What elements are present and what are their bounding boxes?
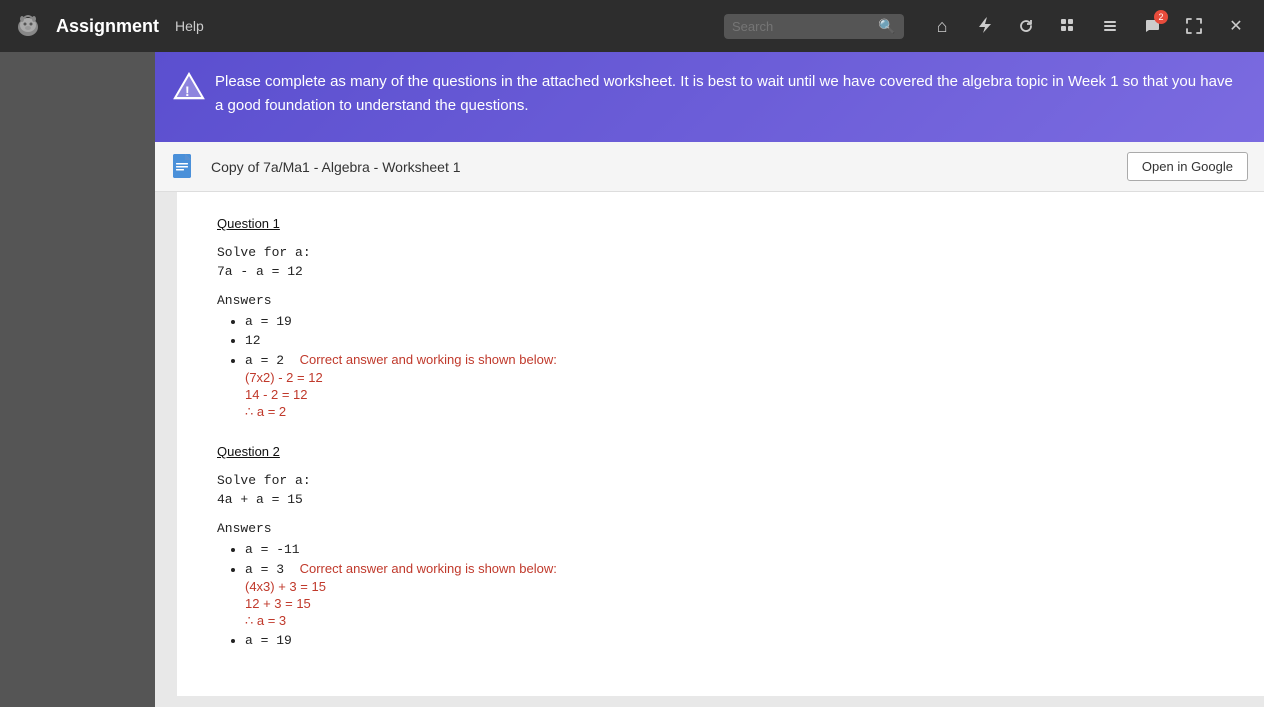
banner-icon: !: [171, 70, 207, 106]
q2-answer-3: a = 19: [245, 633, 1224, 648]
search-input[interactable]: [732, 19, 872, 34]
refresh-button[interactable]: [1008, 8, 1044, 44]
chat-badge: 2: [1154, 10, 1168, 24]
search-icon[interactable]: 🔍: [878, 18, 895, 35]
document-row: Copy of 7a/Ma1 - Algebra - Worksheet 1 O…: [155, 142, 1264, 192]
left-sidebar: [0, 52, 155, 707]
q1-answer-list: a = 19 12 a = 2 Correct answer and worki…: [217, 314, 1224, 420]
list-button[interactable]: [1092, 8, 1128, 44]
logo-icon: [13, 11, 43, 41]
q1-answers-label: Answers: [217, 293, 1224, 308]
nav-icons: ⌂ 2: [924, 8, 1254, 44]
help-link[interactable]: Help: [175, 18, 204, 34]
lightning-button[interactable]: [966, 8, 1002, 44]
expand-button[interactable]: [1176, 8, 1212, 44]
chat-button[interactable]: 2: [1134, 8, 1170, 44]
q2-answer-1: a = -11: [245, 542, 1224, 557]
question-1-block: Question 1 Solve for a: 7a - a = 12 Answ…: [217, 216, 1224, 420]
q1-correct-label: Correct answer and working is shown belo…: [300, 352, 557, 367]
main-content: ! Please complete as many of the questio…: [0, 52, 1264, 707]
search-box[interactable]: 🔍: [724, 14, 904, 39]
worksheet-wrapper: Question 1 Solve for a: 7a - a = 12 Answ…: [155, 192, 1264, 696]
q1-working-1: (7x2) - 2 = 12: [245, 370, 1224, 385]
q2-working-3: ∴ a = 3: [245, 613, 1224, 629]
question-2-title: Question 2: [217, 444, 1224, 459]
q1-equation: 7a - a = 12: [217, 264, 1224, 279]
doc-icon: [171, 153, 199, 181]
banner-text: Please complete as many of the questions…: [215, 73, 1233, 114]
q2-answers-label: Answers: [217, 521, 1224, 536]
worksheet: Question 1 Solve for a: 7a - a = 12 Answ…: [177, 192, 1264, 696]
q1-working-3: ∴ a = 2: [245, 404, 1224, 420]
q1-working-2: 14 - 2 = 12: [245, 387, 1224, 402]
question-1-title: Question 1: [217, 216, 1224, 231]
q2-correct-label: Correct answer and working is shown belo…: [300, 561, 557, 576]
app-title: Assignment: [56, 16, 159, 37]
q1-solve-label: Solve for a:: [217, 245, 1224, 260]
open-google-button[interactable]: Open in Google: [1127, 152, 1248, 181]
document-title: Copy of 7a/Ma1 - Algebra - Worksheet 1: [211, 159, 1115, 175]
q2-working-1: (4x3) + 3 = 15: [245, 579, 1224, 594]
question-2-block: Question 2 Solve for a: 4a + a = 15 Answ…: [217, 444, 1224, 648]
q2-solve-label: Solve for a:: [217, 473, 1224, 488]
assignment-banner: ! Please complete as many of the questio…: [155, 52, 1264, 142]
q1-answer-1: a = 19: [245, 314, 1224, 329]
q2-working-2: 12 + 3 = 15: [245, 596, 1224, 611]
app-logo: [10, 8, 46, 44]
q1-answer-2: 12: [245, 333, 1224, 348]
grid-button[interactable]: [1050, 8, 1086, 44]
svg-text:!: !: [185, 83, 190, 99]
navbar: Assignment Help 🔍 ⌂: [0, 0, 1264, 52]
content-area: ! Please complete as many of the questio…: [155, 52, 1264, 707]
home-button[interactable]: ⌂: [924, 8, 960, 44]
q2-equation: 4a + a = 15: [217, 492, 1224, 507]
close-button[interactable]: ✕: [1218, 8, 1254, 44]
q1-answer-3: a = 2 Correct answer and working is show…: [245, 352, 1224, 420]
q2-answer-list: a = -11 a = 3 Correct answer and working…: [217, 542, 1224, 648]
q2-answer-2: a = 3 Correct answer and working is show…: [245, 561, 1224, 629]
